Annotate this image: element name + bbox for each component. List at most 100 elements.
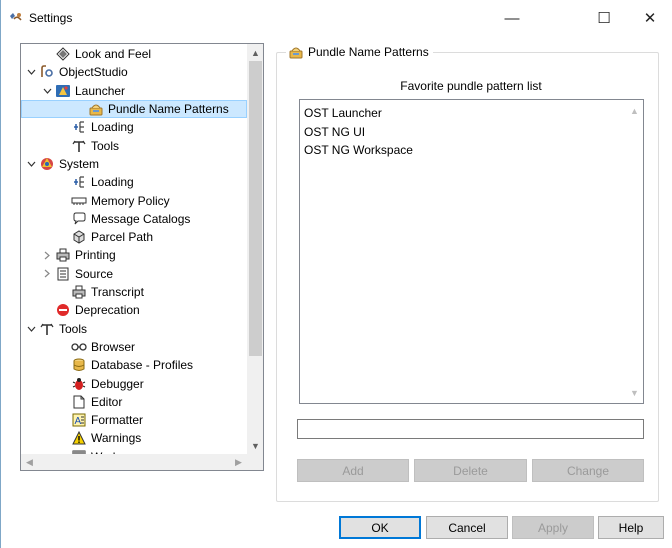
tree-item-debugger[interactable]: Debugger xyxy=(21,374,247,392)
list-item[interactable]: OST Launcher xyxy=(304,104,413,123)
pattern-list[interactable]: OST Launcher OST NG UI OST NG Workspace ▲ … xyxy=(299,99,644,404)
objectstudio-icon xyxy=(39,64,55,80)
tree-item-database-profiles[interactable]: Database - Profiles xyxy=(21,356,247,374)
tree-item-label: ObjectStudio xyxy=(59,65,128,80)
tree-item-source[interactable]: Source xyxy=(21,265,247,283)
tree-item-parcel-path[interactable]: Parcel Path xyxy=(21,228,247,246)
tree-scroll-thumb[interactable] xyxy=(249,61,262,356)
group-title: Pundle Name Patterns xyxy=(286,44,433,60)
system-icon xyxy=(39,156,55,172)
chevron-down-icon[interactable] xyxy=(41,85,53,97)
tree-item-label: Memory Policy xyxy=(91,193,170,208)
title-bar[interactable]: Settings — ☐ ✕ xyxy=(1,0,672,36)
tree-item-deprecation[interactable]: Deprecation xyxy=(21,301,247,319)
tree-item-editor[interactable]: Editor xyxy=(21,393,247,411)
pattern-input[interactable] xyxy=(297,419,644,439)
scroll-right-icon[interactable]: ▶ xyxy=(230,454,247,470)
scroll-down-icon[interactable]: ▼ xyxy=(247,437,263,454)
tree-item-formatter[interactable]: A Formatter xyxy=(21,411,247,429)
chevron-right-icon[interactable] xyxy=(41,249,53,261)
pundle-icon xyxy=(288,44,304,60)
tree-item-warnings[interactable]: Warnings xyxy=(21,429,247,447)
no-entry-icon xyxy=(55,302,71,318)
chevron-right-icon[interactable] xyxy=(41,268,53,280)
chevron-down-icon[interactable] xyxy=(25,158,37,170)
tree-item-label: Debugger xyxy=(91,376,144,391)
chevron-down-icon[interactable] xyxy=(25,323,37,335)
change-button[interactable]: Change xyxy=(532,459,644,482)
loading-icon xyxy=(71,174,87,190)
speech-bubble-icon xyxy=(71,211,87,227)
tree-item-tools[interactable]: Tools xyxy=(21,137,247,155)
tree-item-label: Printing xyxy=(75,248,116,263)
bug-icon xyxy=(71,376,87,392)
add-button[interactable]: Add xyxy=(297,459,409,482)
window-title: Settings xyxy=(29,11,73,25)
settings-app-icon xyxy=(8,10,24,26)
settings-window: Settings — ☐ ✕ Look and Feel ObjectStudio… xyxy=(0,0,672,548)
tree-item-objectstudio[interactable]: ObjectStudio xyxy=(21,63,247,81)
ok-button[interactable]: OK xyxy=(339,516,421,539)
settings-tree[interactable]: Look and Feel ObjectStudio Launcher Pundle … xyxy=(20,43,264,471)
tree-item-tools[interactable]: Tools xyxy=(21,320,247,338)
tree-item-label: Transcript xyxy=(91,285,144,300)
chevron-down-icon[interactable] xyxy=(25,66,37,78)
list-scroll-down-icon[interactable]: ▼ xyxy=(626,384,643,401)
tree-item-memory-policy[interactable]: Memory Policy xyxy=(21,191,247,209)
tree-item-loading[interactable]: Loading xyxy=(21,173,247,191)
maximize-button[interactable]: ☐ xyxy=(581,0,627,36)
list-item[interactable]: OST NG UI xyxy=(304,123,413,142)
tree-item-label: Database - Profiles xyxy=(91,358,194,373)
tree-item-printing[interactable]: Printing xyxy=(21,246,247,264)
svg-text:A: A xyxy=(75,416,82,427)
cancel-button[interactable]: Cancel xyxy=(426,516,508,539)
tree-horizontal-scrollbar[interactable]: ◀ ▶ xyxy=(21,454,247,470)
tree-item-message-catalogs[interactable]: Message Catalogs xyxy=(21,210,247,228)
close-button[interactable]: ✕ xyxy=(627,0,672,36)
printer-icon xyxy=(55,247,71,263)
tree-item-browser[interactable]: Browser xyxy=(21,338,247,356)
tree-item-launcher[interactable]: Launcher xyxy=(21,82,247,100)
scroll-left-icon[interactable]: ◀ xyxy=(21,454,38,470)
tree-item-label: Loading xyxy=(91,175,134,190)
memory-icon xyxy=(71,193,87,209)
diamond-icon xyxy=(55,46,71,62)
list-scroll-up-icon[interactable]: ▲ xyxy=(626,102,643,119)
pattern-list-caption: Favorite pundle pattern list xyxy=(400,79,542,93)
warning-icon xyxy=(71,430,87,446)
pundle-icon xyxy=(88,101,104,117)
database-icon xyxy=(71,357,87,373)
pattern-list-scrollbar[interactable]: ▲ ▼ xyxy=(626,100,643,403)
apply-button[interactable]: Apply xyxy=(512,516,594,539)
minimize-button[interactable]: — xyxy=(489,0,535,36)
tree-item-look-and-feel[interactable]: Look and Feel xyxy=(21,45,247,63)
tree-item-label: Browser xyxy=(91,339,136,354)
delete-button[interactable]: Delete xyxy=(414,459,527,482)
scrollbar-corner xyxy=(247,454,263,470)
loading-icon xyxy=(71,119,87,135)
maximize-icon: ☐ xyxy=(597,10,611,27)
close-icon: ✕ xyxy=(643,10,657,27)
tree-vertical-scrollbar[interactable]: ▲ ▼ xyxy=(247,44,263,454)
tree-item-label: Pundle Name Patterns xyxy=(108,102,229,117)
parcel-icon xyxy=(71,229,87,245)
tree-item-pundle-name-patterns[interactable]: Pundle Name Patterns xyxy=(21,99,247,119)
scroll-up-icon[interactable]: ▲ xyxy=(247,44,263,61)
formatter-icon: A xyxy=(71,412,87,428)
list-item[interactable]: OST NG Workspace xyxy=(304,141,413,160)
tree-item-label: Tools xyxy=(91,138,120,153)
source-icon xyxy=(55,266,71,282)
help-button[interactable]: Help xyxy=(598,516,664,539)
tree-item-label: Formatter xyxy=(91,413,144,428)
tree-item-transcript[interactable]: Transcript xyxy=(21,283,247,301)
tree-item-system[interactable]: System xyxy=(21,155,247,173)
tree-item-label: Warnings xyxy=(91,431,142,446)
tree-item-loading[interactable]: Loading xyxy=(21,118,247,136)
